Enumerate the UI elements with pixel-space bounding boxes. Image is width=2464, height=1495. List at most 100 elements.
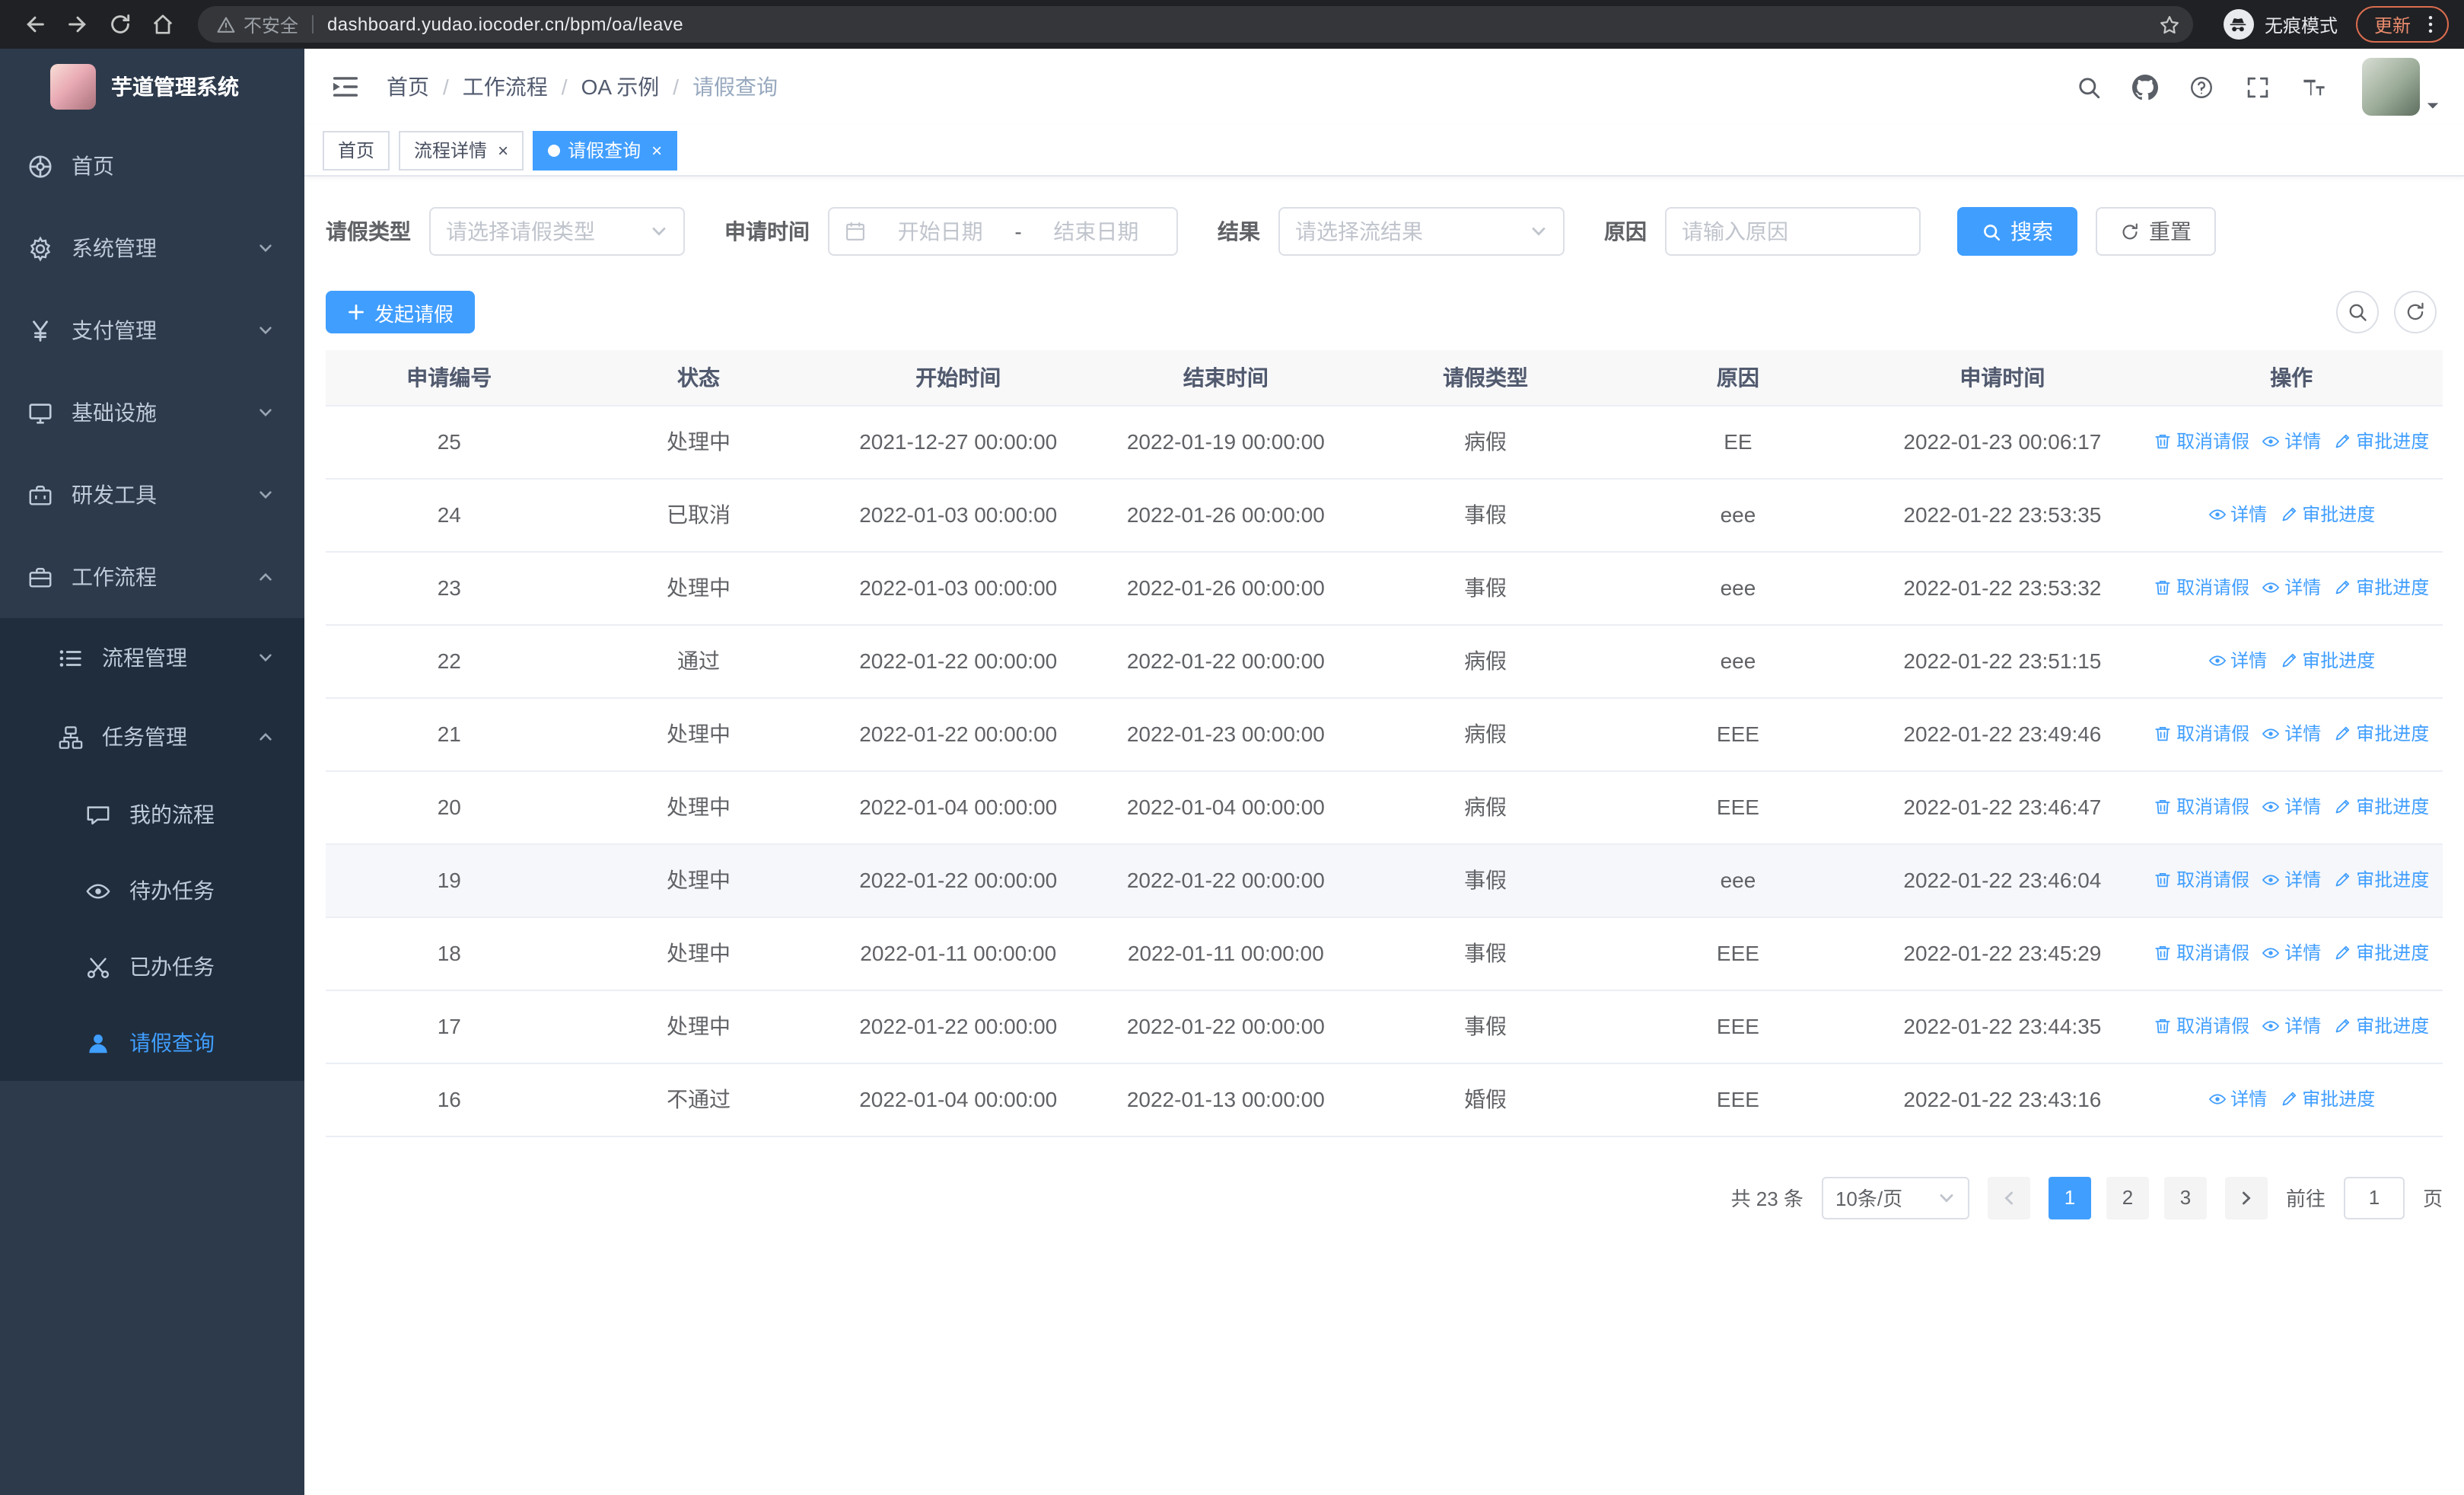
font-size-icon[interactable] bbox=[2294, 67, 2333, 107]
detail-link[interactable]: 详情 bbox=[2262, 575, 2321, 601]
sidebar-item[interactable]: 基础设施 bbox=[0, 371, 304, 454]
cancel-leave-link[interactable]: 取消请假 bbox=[2154, 429, 2249, 454]
approval-progress-link[interactable]: 审批进度 bbox=[2333, 429, 2429, 454]
tab[interactable]: 流程详情 × bbox=[399, 130, 524, 170]
browser-menu-button[interactable]: 更新 bbox=[2355, 6, 2449, 43]
table-row: 18 处理中 2022-01-11 00:00:00 2022-01-11 00:00… bbox=[326, 916, 2443, 990]
fullscreen-icon[interactable] bbox=[2237, 67, 2277, 107]
cancel-leave-link[interactable]: 取消请假 bbox=[2154, 1013, 2249, 1039]
cell-apply-time: 2022-01-22 23:46:47 bbox=[1864, 770, 2141, 844]
sidebar-item[interactable]: 我的流程 bbox=[0, 776, 304, 853]
breadcrumb-item[interactable]: OA 示例 bbox=[581, 72, 660, 102]
detail-link[interactable]: 详情 bbox=[2208, 648, 2267, 674]
page-size-select[interactable]: 10条/页 bbox=[1821, 1176, 1969, 1219]
approval-progress-link[interactable]: 审批进度 bbox=[2333, 867, 2429, 893]
cell-leave-type: 婚假 bbox=[1359, 1063, 1612, 1136]
leave-type-select[interactable]: 请选择请假类型 bbox=[429, 207, 685, 256]
sidebar-item[interactable]: 系统管理 bbox=[0, 207, 304, 289]
cell-end-time: 2022-01-23 00:00:00 bbox=[1092, 697, 1360, 771]
page-button[interactable]: 1 bbox=[2048, 1176, 2091, 1219]
help-icon[interactable] bbox=[2181, 67, 2220, 107]
url-text[interactable]: dashboard.yudao.iocoder.cn/bpm/oa/leave bbox=[327, 14, 2154, 35]
cell-status: 不通过 bbox=[572, 1063, 825, 1136]
cell-leave-type: 事假 bbox=[1359, 478, 1612, 552]
result-select[interactable]: 请选择流结果 bbox=[1278, 207, 1565, 256]
sidebar-item[interactable]: 工作流程 bbox=[0, 536, 304, 618]
sidebar-item[interactable]: 已办任务 bbox=[0, 929, 304, 1005]
leave-query-icon bbox=[85, 1030, 111, 1056]
search-button[interactable]: 搜索 bbox=[1957, 207, 2077, 256]
close-icon[interactable]: × bbox=[651, 141, 662, 159]
approval-progress-link[interactable]: 审批进度 bbox=[2333, 940, 2429, 966]
address-bar[interactable]: 不安全 dashboard.yudao.iocoder.cn/bpm/oa/le… bbox=[198, 6, 2193, 43]
cancel-leave-link[interactable]: 取消请假 bbox=[2154, 794, 2249, 820]
sidebar-item[interactable]: 研发工具 bbox=[0, 454, 304, 536]
detail-link[interactable]: 详情 bbox=[2262, 1013, 2321, 1039]
detail-link[interactable]: 详情 bbox=[2262, 721, 2321, 747]
cancel-leave-link[interactable]: 取消请假 bbox=[2154, 721, 2249, 747]
tab[interactable]: 请假查询 × bbox=[533, 130, 678, 170]
reload-icon[interactable] bbox=[100, 5, 140, 44]
prev-page-button[interactable] bbox=[1987, 1176, 2030, 1219]
github-icon[interactable] bbox=[2125, 67, 2164, 107]
reset-button[interactable]: 重置 bbox=[2096, 207, 2216, 256]
breadcrumb-item[interactable]: 工作流程 bbox=[463, 72, 548, 102]
sidebar-item[interactable]: 待办任务 bbox=[0, 853, 304, 929]
sidebar-item[interactable]: 请假查询 bbox=[0, 1005, 304, 1081]
breadcrumb-separator: / bbox=[443, 75, 449, 99]
approval-progress-link[interactable]: 审批进度 bbox=[2279, 648, 2375, 674]
close-icon[interactable]: × bbox=[498, 141, 508, 159]
approval-progress-link[interactable]: 审批进度 bbox=[2333, 1013, 2429, 1039]
apply-time-range-picker[interactable]: 开始日期 - 结束日期 bbox=[828, 207, 1178, 256]
create-leave-button[interactable]: 发起请假 bbox=[326, 291, 476, 333]
column-header: 开始时间 bbox=[824, 350, 1093, 406]
approval-progress-link[interactable]: 审批进度 bbox=[2279, 502, 2375, 528]
goto-page-input[interactable] bbox=[2343, 1176, 2405, 1219]
cancel-leave-link[interactable]: 取消请假 bbox=[2154, 940, 2249, 966]
detail-link[interactable]: 详情 bbox=[2208, 502, 2267, 528]
refresh-icon[interactable] bbox=[2394, 291, 2437, 333]
reason-input[interactable] bbox=[1665, 207, 1921, 256]
detail-link[interactable]: 详情 bbox=[2262, 794, 2321, 820]
cancel-leave-link[interactable]: 取消请假 bbox=[2154, 575, 2249, 601]
cancel-leave-link[interactable]: 取消请假 bbox=[2154, 867, 2249, 893]
next-page-button[interactable] bbox=[2224, 1176, 2268, 1219]
collapse-sidebar-icon[interactable] bbox=[329, 70, 362, 104]
toggle-search-icon[interactable] bbox=[2336, 291, 2379, 333]
cell-apply-time: 2022-01-22 23:49:46 bbox=[1864, 697, 2141, 771]
approval-progress-link[interactable]: 审批进度 bbox=[2333, 575, 2429, 601]
approval-progress-link[interactable]: 审批进度 bbox=[2333, 794, 2429, 820]
page-button[interactable]: 2 bbox=[2106, 1176, 2149, 1219]
approval-progress-link[interactable]: 审批进度 bbox=[2333, 721, 2429, 747]
home-icon[interactable] bbox=[143, 5, 183, 44]
sidebar-item-label: 任务管理 bbox=[102, 725, 187, 749]
detail-link[interactable]: 详情 bbox=[2262, 940, 2321, 966]
bookmark-star-icon[interactable] bbox=[2154, 8, 2187, 41]
detail-link[interactable]: 详情 bbox=[2262, 867, 2321, 893]
avatar[interactable] bbox=[2362, 58, 2420, 116]
search-icon[interactable] bbox=[2068, 67, 2108, 107]
table-tools bbox=[2336, 291, 2443, 333]
detail-link[interactable]: 详情 bbox=[2208, 1086, 2267, 1112]
back-icon[interactable] bbox=[15, 5, 55, 44]
approval-progress-link[interactable]: 审批进度 bbox=[2279, 1086, 2375, 1112]
task-icon bbox=[58, 724, 84, 750]
forward-icon[interactable] bbox=[58, 5, 97, 44]
cell-apply-time: 2022-01-22 23:45:29 bbox=[1864, 916, 2141, 990]
breadcrumb-item[interactable]: 首页 bbox=[387, 72, 429, 102]
table-row: 24 已取消 2022-01-03 00:00:00 2022-01-26 00:00… bbox=[326, 478, 2443, 552]
tab[interactable]: 首页 bbox=[323, 130, 390, 170]
sidebar-item[interactable]: 支付管理 bbox=[0, 289, 304, 371]
user-menu[interactable] bbox=[2362, 58, 2440, 116]
sidebar-item[interactable]: 流程管理 bbox=[0, 618, 304, 697]
sidebar-item[interactable]: 首页 bbox=[0, 125, 304, 207]
sidebar-item[interactable]: 任务管理 bbox=[0, 697, 304, 776]
app-logo[interactable]: 芋道管理系统 bbox=[0, 49, 304, 125]
cell-end-time: 2022-01-22 00:00:00 bbox=[1092, 843, 1360, 917]
caret-down-icon bbox=[2426, 99, 2440, 116]
cell-start-time: 2022-01-04 00:00:00 bbox=[824, 770, 1093, 844]
security-chip[interactable]: 不安全 bbox=[216, 11, 298, 37]
detail-link[interactable]: 详情 bbox=[2262, 429, 2321, 454]
page-button[interactable]: 3 bbox=[2163, 1176, 2207, 1219]
chevron-down-icon bbox=[1530, 222, 1548, 241]
